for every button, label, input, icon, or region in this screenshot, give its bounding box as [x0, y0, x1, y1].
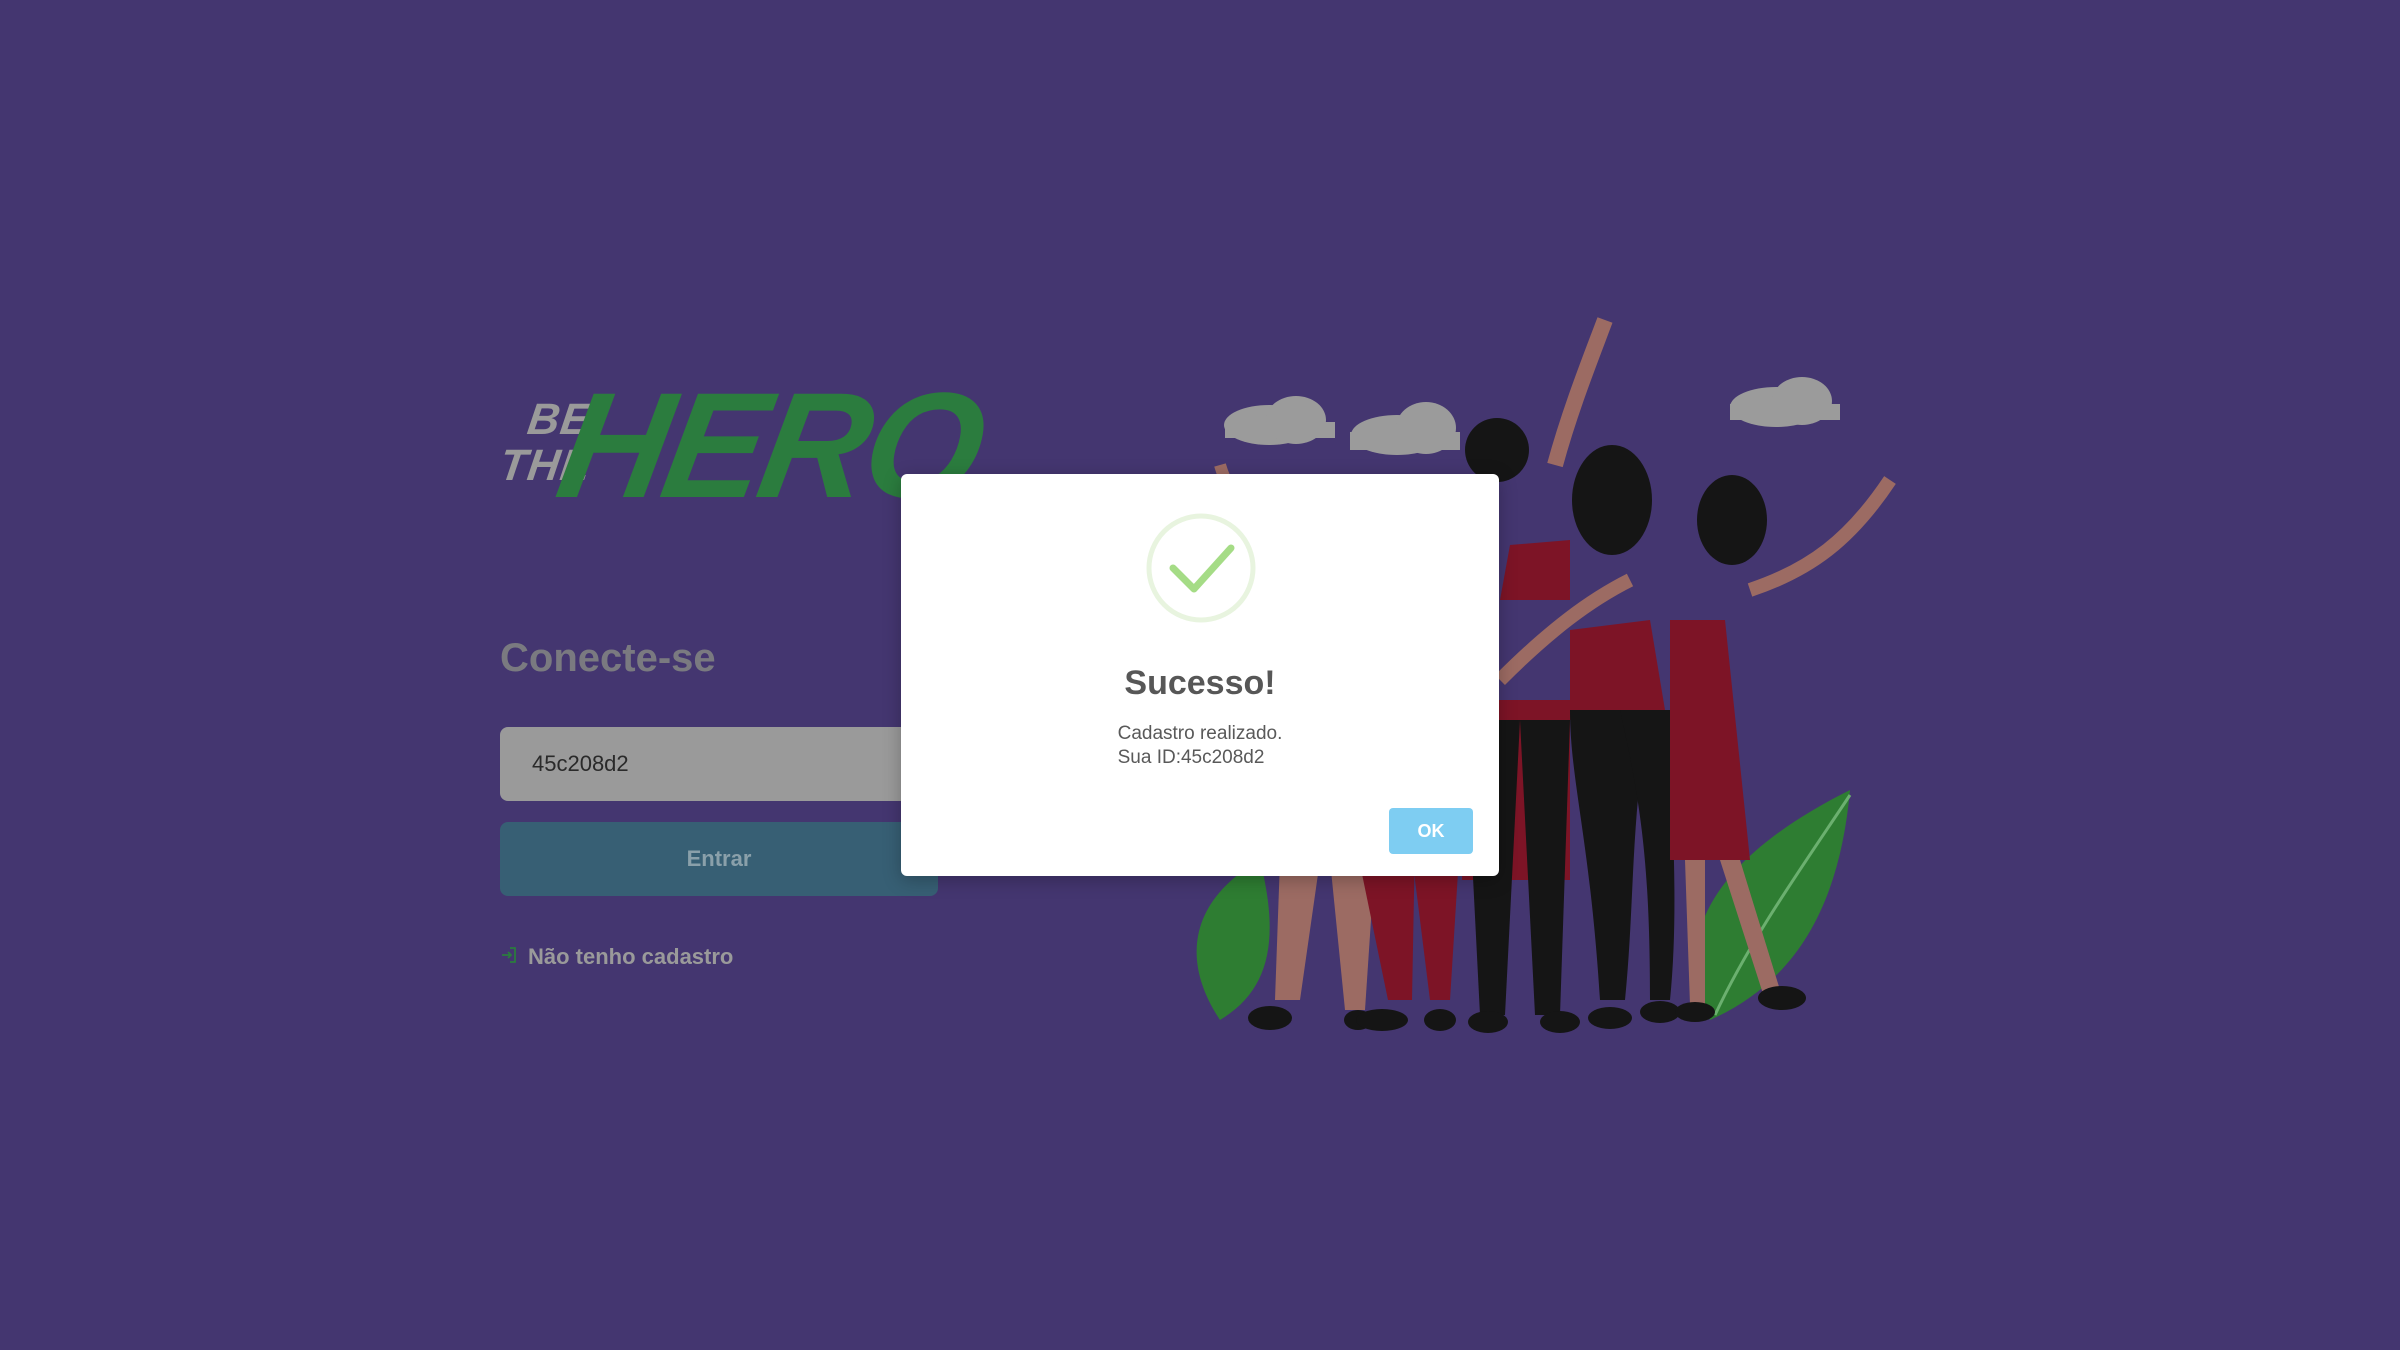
- ok-button[interactable]: OK: [1389, 808, 1473, 854]
- modal-title: Sucesso!: [1124, 664, 1276, 702]
- id-input[interactable]: [500, 727, 938, 801]
- logon-title: Conecte-se: [500, 636, 716, 680]
- register-link-label: Não tenho cadastro: [528, 944, 734, 969]
- modal-message: Cadastro realizado. Sua ID:45c208d2: [901, 722, 1499, 770]
- logon-page: BE THE HERO Conecte-se Entrar Não tenho …: [0, 0, 2400, 1350]
- register-link[interactable]: Não tenho cadastro: [500, 944, 733, 970]
- check-circle-icon: [1146, 513, 1256, 623]
- modal-message-line: Cadastro realizado.: [1117, 723, 1283, 744]
- success-modal: Sucesso! Cadastro realizado. Sua ID:45c2…: [901, 474, 1499, 876]
- log-in-icon: [500, 944, 518, 970]
- login-button[interactable]: Entrar: [500, 822, 938, 896]
- modal-id-line: Sua ID:45c208d2: [1117, 747, 1265, 768]
- be-the-hero-logo: BE THE HERO: [497, 361, 995, 529]
- cloud-icon: [1224, 396, 1335, 445]
- cloud-icon: [1730, 377, 1840, 427]
- cloud-icon: [1350, 402, 1460, 455]
